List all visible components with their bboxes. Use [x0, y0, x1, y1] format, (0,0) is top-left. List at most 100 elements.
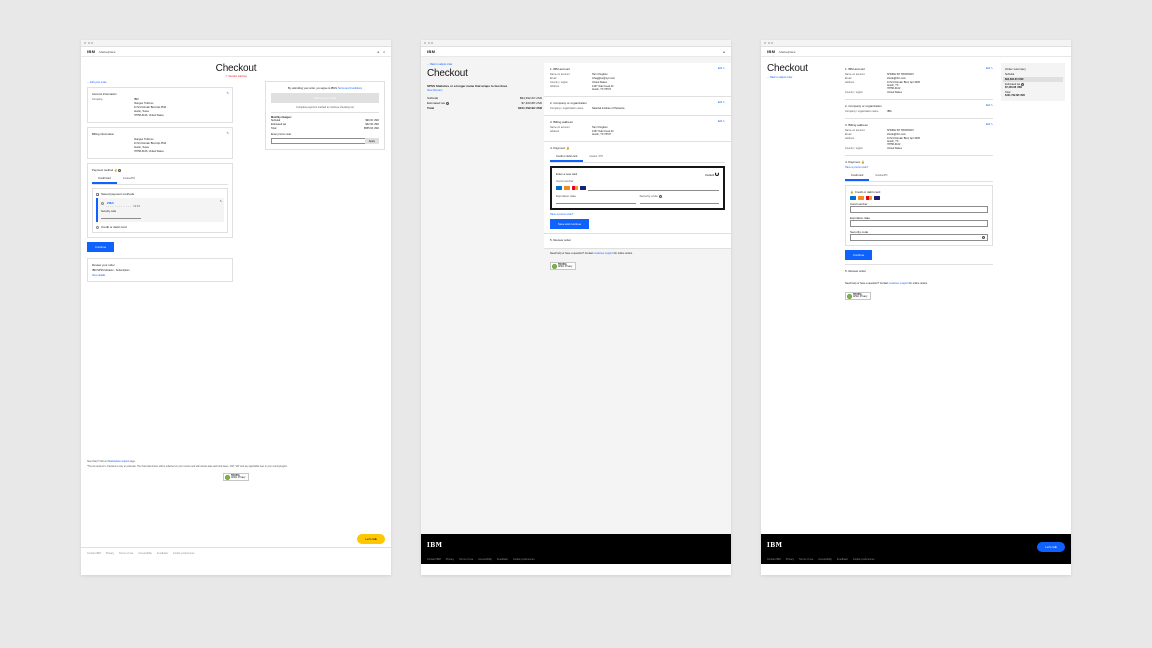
back-link[interactable]: ← Back to adjust order — [767, 76, 837, 79]
section-ibm-account: 1. IBM accountEdit ✎ Name on accountTam … — [544, 63, 731, 97]
page-title: Checkout — [427, 68, 542, 79]
warning-icon: ⏱ — [225, 75, 227, 78]
footer-link[interactable]: Privacy — [446, 558, 454, 561]
app-header: IBM ⍺ — [421, 47, 731, 57]
pencil-icon[interactable]: ✎ — [226, 131, 229, 135]
section-payment: 4. Payment 🔒 Have a promo code? Credit c… — [845, 155, 993, 264]
cvv-input[interactable] — [640, 198, 720, 204]
save-continue-button[interactable]: Save and continue — [550, 219, 589, 229]
tab-invoice[interactable]: Invoice / PO — [583, 153, 609, 162]
footer-link[interactable]: Feedback — [837, 558, 848, 561]
promo-input[interactable] — [271, 138, 365, 144]
expiry-input[interactable] — [850, 220, 988, 227]
footer-link[interactable]: Cookie preferences — [513, 558, 535, 561]
card-number-input[interactable] — [588, 185, 719, 191]
edit-order-link[interactable]: ← Edit your order — [87, 81, 233, 84]
footer-bar: IBM — [421, 534, 731, 555]
window-titlebar — [761, 40, 1071, 47]
footer-link[interactable]: Contact IBM — [427, 558, 441, 561]
ibm-logo-footer: IBM — [427, 540, 442, 549]
footer-link[interactable]: Accessibility — [478, 558, 492, 561]
footer-link[interactable]: Contact IBM — [767, 558, 781, 561]
footer-link[interactable]: Privacy — [106, 552, 114, 555]
saved-visa-card[interactable]: ✎ VISA ···· ···· ···· 3210 Security code — [96, 198, 224, 222]
edit-link[interactable]: Edit ✎ — [718, 101, 725, 105]
apply-button[interactable]: Apply — [365, 138, 379, 144]
lock-icon: 🔒 — [861, 160, 865, 164]
page-title: Checkout — [767, 63, 837, 74]
edit-link[interactable]: Edit ✎ — [718, 120, 725, 124]
marketplace-label: Marketplace — [779, 50, 795, 54]
review-order-card: Review your order IBM SPSS Modeler - Sub… — [87, 258, 233, 282]
back-link[interactable]: ← Back to adjust order — [427, 63, 542, 66]
lets-talk-button[interactable]: Let's talk — [1037, 542, 1065, 552]
tab-invoice[interactable]: Invoice/PO — [869, 172, 893, 181]
user-icon[interactable]: ⍺ — [377, 50, 379, 54]
lock-icon: 🔒 — [566, 146, 570, 150]
section-payment: 4. Payment 🔒 Credit or debit card Invoic… — [544, 142, 731, 234]
info-icon[interactable]: i — [982, 236, 985, 239]
footer-link[interactable]: Terms of use — [799, 558, 813, 561]
edit-link[interactable]: Edit ✎ — [986, 104, 993, 108]
footer-link[interactable]: Contact IBM — [87, 552, 101, 555]
lock-icon: 🔒 — [850, 190, 854, 194]
lets-talk-button[interactable]: Let's talk — [357, 534, 385, 544]
footer-link[interactable]: Cookie preferences — [173, 552, 195, 555]
promo-code-link[interactable]: Have a promo code? — [845, 166, 993, 169]
view-details-link[interactable]: View details — [92, 274, 228, 277]
payment-tabs: Credit Card Invoice/PO — [92, 175, 228, 185]
section-billing: 3. Billing addressEdit ✎ Name on account… — [544, 116, 731, 142]
mastercard-icon — [572, 186, 578, 190]
card-number-input[interactable] — [850, 206, 988, 213]
footer-links: Contact IBM Privacy Terms of use Accessi… — [421, 555, 731, 564]
tab-card[interactable]: Credit or debit card — [550, 153, 583, 162]
ibm-logo: IBM — [87, 49, 95, 54]
support-link[interactable]: Marketplace support — [108, 461, 129, 463]
edit-link[interactable]: Edit ✎ — [986, 123, 993, 127]
continue-button[interactable]: Continue — [845, 250, 872, 260]
mockup-1: IBMMarketplace ⍺≡ Checkout ⏱ Session war… — [81, 40, 391, 575]
info-icon[interactable]: i — [118, 169, 121, 172]
discover-icon — [564, 186, 570, 190]
ibm-logo: IBM — [767, 49, 775, 54]
footer-link[interactable]: Cookie preferences — [853, 558, 875, 561]
tab-credit-card[interactable]: Credit Card — [92, 175, 117, 184]
menu-icon[interactable]: ≡ — [383, 50, 385, 54]
terms-link[interactable]: Terms and Conditions — [338, 87, 362, 90]
pencil-icon[interactable]: ✎ — [226, 91, 229, 95]
user-icon[interactable]: ⍺ — [723, 50, 725, 54]
footer-link[interactable]: Feedback — [497, 558, 508, 561]
section-ibm-account: 1. IBM accountEdit ✎ Name on accountSHOD… — [845, 63, 993, 99]
edit-link[interactable]: Edit ✎ — [718, 67, 725, 71]
view-item-link[interactable]: View this item — [427, 89, 542, 92]
new-card-option[interactable]: Credit or debit card — [96, 225, 224, 229]
support-link[interactable]: customer support — [889, 282, 908, 285]
continue-button[interactable]: Continue — [87, 242, 114, 252]
submit-order-button[interactable]: Submit your order — [271, 93, 379, 103]
expiry-input[interactable] — [556, 198, 636, 204]
security-code-input[interactable] — [101, 213, 141, 219]
support-link[interactable]: customer support — [594, 252, 613, 255]
toggle-icon[interactable] — [715, 172, 719, 176]
tab-card[interactable]: Credit card — [845, 172, 869, 181]
pencil-icon[interactable]: ✎ — [220, 200, 222, 203]
section-review: 5. Review order — [544, 234, 731, 249]
window-titlebar — [421, 40, 731, 47]
footer-link[interactable]: Accessibility — [818, 558, 832, 561]
footer-link[interactable]: Terms of use — [119, 552, 133, 555]
tab-invoice[interactable]: Invoice/PO — [117, 175, 141, 184]
footer-link[interactable]: Feedback — [157, 552, 168, 555]
footer-link[interactable]: Terms of use — [459, 558, 473, 561]
info-icon[interactable]: i — [446, 102, 449, 105]
edit-link[interactable]: Edit ✎ — [986, 67, 993, 71]
ibm-logo-footer: IBM — [767, 540, 782, 549]
ibm-logo: IBM — [427, 49, 435, 54]
lock-icon: 🔒 — [114, 168, 117, 172]
footer-link[interactable]: Accessibility — [138, 552, 152, 555]
section-company: 2. Company or organizationEdit ✎ Company… — [845, 99, 993, 118]
cvv-input[interactable]: i — [850, 234, 988, 241]
promo-code-link[interactable]: Have a promo code? — [550, 213, 725, 216]
truste-badge: TRUSTeAPEC Privacy — [845, 292, 871, 300]
info-icon[interactable]: i — [659, 195, 662, 198]
footer-link[interactable]: Privacy — [786, 558, 794, 561]
